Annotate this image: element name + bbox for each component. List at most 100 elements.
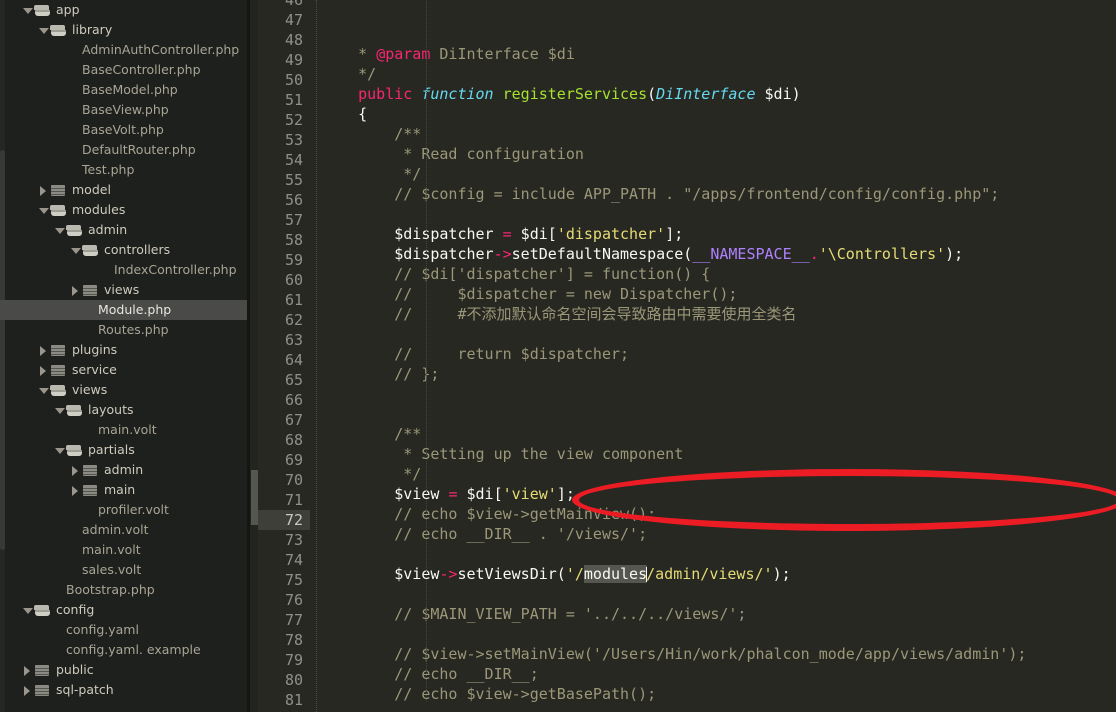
code-token: ]; xyxy=(556,485,575,503)
tree-folder-row[interactable]: partials xyxy=(0,440,250,460)
tree-folder-row[interactable]: admin xyxy=(0,220,250,240)
tree-file-row[interactable]: BaseController.php xyxy=(0,60,250,80)
tree-folder-row[interactable]: library xyxy=(0,20,250,40)
chevron-right-icon[interactable] xyxy=(22,665,33,676)
code-line[interactable]: // $MAIN_VIEW_PATH = '../../../views/'; xyxy=(322,604,1116,624)
code-line[interactable] xyxy=(322,584,1116,604)
code-line[interactable] xyxy=(322,324,1116,344)
code-line[interactable]: $view->setViewsDir('/modules/admin/views… xyxy=(322,564,1116,584)
chevron-down-icon[interactable] xyxy=(54,225,65,236)
code-line[interactable]: // $config = include APP_PATH . "/apps/f… xyxy=(322,184,1116,204)
tree-folder-row[interactable]: layouts xyxy=(0,400,250,420)
tree-folder-row[interactable]: controllers xyxy=(0,240,250,260)
code-line[interactable]: $dispatcher = $di['dispatcher']; xyxy=(322,224,1116,244)
code-line[interactable]: $view = $di['view']; xyxy=(322,484,1116,504)
tree-folder-row[interactable]: public xyxy=(0,660,250,680)
code-line[interactable]: // echo $view->getBasePath(); xyxy=(322,684,1116,704)
chevron-down-icon[interactable] xyxy=(38,205,49,216)
code-line[interactable]: { xyxy=(322,104,1116,124)
code-line[interactable] xyxy=(322,384,1116,404)
code-line[interactable]: // $di['dispatcher'] = function() { xyxy=(322,264,1116,284)
chevron-down-icon[interactable] xyxy=(54,445,65,456)
code-line[interactable]: */ xyxy=(322,164,1116,184)
chevron-down-icon[interactable] xyxy=(38,385,49,396)
tree-folder-row[interactable]: plugins xyxy=(0,340,250,360)
tree-file-row[interactable]: config.yaml. example xyxy=(0,640,250,660)
tree-file-row[interactable]: Module.php xyxy=(0,300,250,320)
tree-file-row[interactable]: Test.php xyxy=(0,160,250,180)
chevron-right-icon[interactable] xyxy=(38,365,49,376)
chevron-down-icon[interactable] xyxy=(54,405,65,416)
code-line[interactable]: * Setting up the view component xyxy=(322,444,1116,464)
chevron-down-icon[interactable] xyxy=(70,245,81,256)
tree-item-label: main.volt xyxy=(98,422,157,437)
tree-file-row[interactable]: config.yaml xyxy=(0,620,250,640)
tree-folder-row[interactable]: views xyxy=(0,280,250,300)
code-line[interactable]: // $view->setMainView('/Users/Hin/work/p… xyxy=(322,644,1116,664)
chevron-right-icon[interactable] xyxy=(22,685,33,696)
tree-file-row[interactable]: Bootstrap.php xyxy=(0,580,250,600)
code-line[interactable] xyxy=(322,404,1116,424)
tree-folder-row[interactable]: main xyxy=(0,480,250,500)
editor-scrollbar[interactable] xyxy=(250,0,258,712)
code-line[interactable] xyxy=(322,704,1116,712)
tree-file-row[interactable]: DefaultRouter.php xyxy=(0,140,250,160)
code-line[interactable]: // $dispatcher = new Dispatcher(); xyxy=(322,284,1116,304)
line-number: 52 xyxy=(284,111,303,129)
tree-file-row[interactable]: main.volt xyxy=(0,540,250,560)
tree-folder-row[interactable]: admin xyxy=(0,460,250,480)
code-line[interactable]: // #不添加默认命名空间会导致路由中需要使用全类名 xyxy=(322,304,1116,324)
code-line[interactable]: * @param DiInterface $di xyxy=(322,44,1116,64)
tree-folder-row[interactable]: app xyxy=(0,0,250,20)
tree-file-row[interactable]: profiler.volt xyxy=(0,500,250,520)
tree-folder-row[interactable]: modules xyxy=(0,200,250,220)
code-token: function xyxy=(421,85,494,103)
code-token: // return $dispatcher; xyxy=(322,345,630,363)
code-line[interactable]: // echo __DIR__ . '/views/'; xyxy=(322,524,1116,544)
code-line[interactable]: */ xyxy=(322,464,1116,484)
code-line[interactable] xyxy=(322,544,1116,564)
code-line[interactable]: /** xyxy=(322,124,1116,144)
code-line[interactable]: $dispatcher->setDefaultNamespace(__NAMES… xyxy=(322,244,1116,264)
code-line[interactable]: // return $dispatcher; xyxy=(322,344,1116,364)
code-line[interactable]: */ xyxy=(322,64,1116,84)
code-line[interactable]: // echo $view->getMainView(); xyxy=(322,504,1116,524)
tree-file-row[interactable]: admin.volt xyxy=(0,520,250,540)
code-line[interactable]: public function registerServices(DiInter… xyxy=(322,84,1116,104)
tree-folder-row[interactable]: views xyxy=(0,380,250,400)
tree-file-row[interactable]: main.volt xyxy=(0,420,250,440)
tree-file-row[interactable]: Routes.php xyxy=(0,320,250,340)
chevron-down-icon[interactable] xyxy=(22,605,33,616)
chevron-right-icon[interactable] xyxy=(38,185,49,196)
code-line[interactable]: * Read configuration xyxy=(322,144,1116,164)
file-tree[interactable]: app library AdminAuthController.php BaseCon… xyxy=(0,0,250,700)
chevron-right-icon[interactable] xyxy=(70,285,81,296)
tree-file-row[interactable]: sales.volt xyxy=(0,560,250,580)
chevron-right-icon[interactable] xyxy=(70,465,81,476)
tree-file-row[interactable]: IndexController.php xyxy=(0,260,250,280)
tree-folder-row[interactable]: model xyxy=(0,180,250,200)
code-text-area[interactable]: * @param DiInterface $di */ public funct… xyxy=(322,0,1116,704)
tree-folder-row[interactable]: config xyxy=(0,600,250,620)
code-line[interactable]: // }; xyxy=(322,364,1116,384)
chevron-down-icon[interactable] xyxy=(38,25,49,36)
tree-file-row[interactable]: AdminAuthController.php xyxy=(0,40,250,60)
code-line[interactable]: /** xyxy=(322,424,1116,444)
tree-file-row[interactable]: BaseVolt.php xyxy=(0,120,250,140)
tree-item-label: admin.volt xyxy=(82,522,149,537)
tree-file-row[interactable]: BaseModel.php xyxy=(0,80,250,100)
tree-folder-row[interactable]: sql-patch xyxy=(0,680,250,700)
project-sidebar[interactable]: app library AdminAuthController.php BaseCon… xyxy=(0,0,250,712)
chevron-right-icon[interactable] xyxy=(70,485,81,496)
tree-item-label: views xyxy=(104,282,140,297)
code-line[interactable] xyxy=(322,204,1116,224)
tree-item-label: config xyxy=(56,602,95,617)
editor-scrollbar-thumb[interactable] xyxy=(251,470,258,525)
code-editor-pane[interactable]: 46 47 48 49 50 51 52 53 54 55 56 57 58 59 60 61 62 63 64 65… xyxy=(250,0,1116,712)
chevron-down-icon[interactable] xyxy=(22,5,33,16)
code-line[interactable] xyxy=(322,624,1116,644)
tree-file-row[interactable]: BaseView.php xyxy=(0,100,250,120)
code-line[interactable]: // echo __DIR__; xyxy=(322,664,1116,684)
chevron-right-icon[interactable] xyxy=(38,345,49,356)
tree-folder-row[interactable]: service xyxy=(0,360,250,380)
